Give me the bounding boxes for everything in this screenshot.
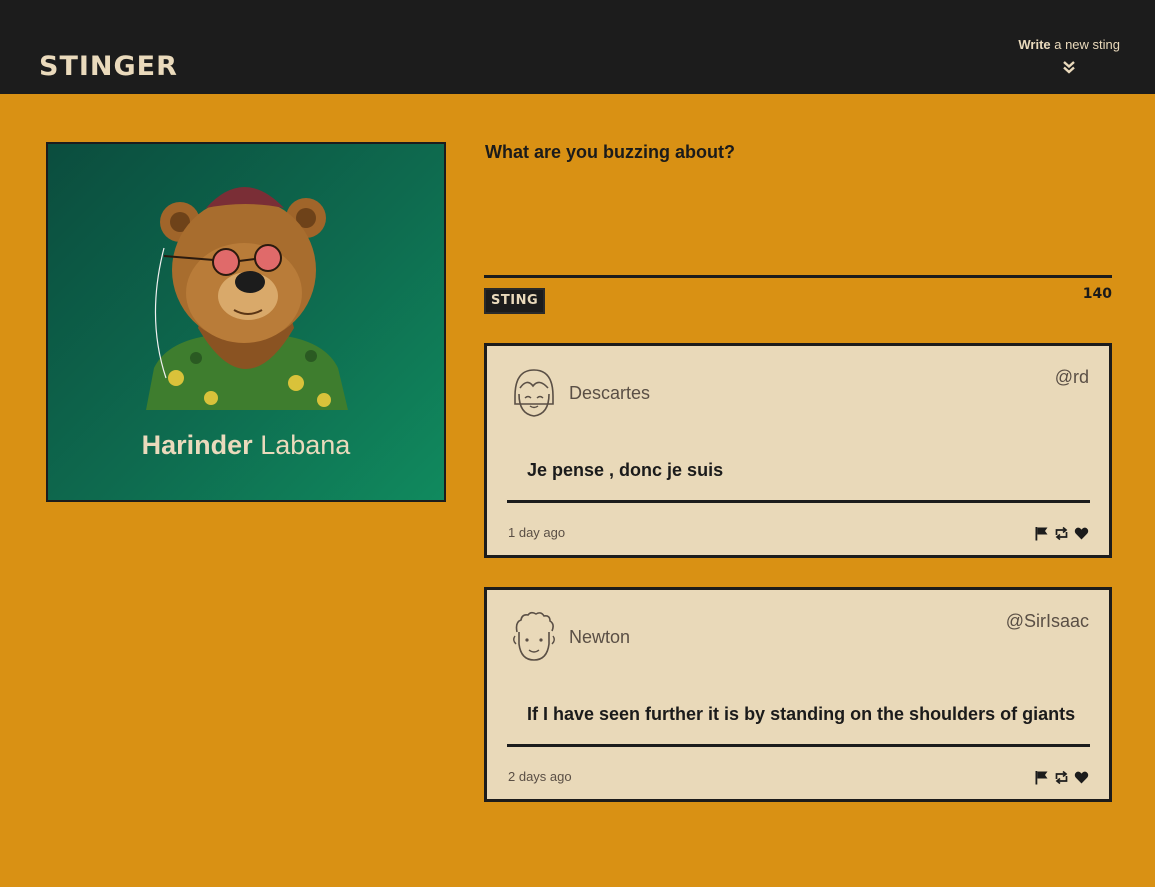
character-count: 140 bbox=[1082, 286, 1112, 302]
sting-timestamp: 1 day ago bbox=[508, 525, 566, 540]
heart-icon[interactable] bbox=[1074, 770, 1089, 785]
profile-name: Harinder Labana bbox=[48, 428, 444, 462]
retweet-icon[interactable] bbox=[1054, 770, 1069, 785]
sting-input[interactable] bbox=[484, 140, 1112, 274]
bear-avatar-illustration bbox=[146, 187, 348, 410]
sting-card: Descartes @rd Je pense , donc je suis 1 … bbox=[484, 343, 1112, 558]
sting-card: Newton @SirIsaac If I have seen further … bbox=[484, 587, 1112, 802]
sting-text: If I have seen further it is by standing… bbox=[527, 704, 1076, 724]
composer-divider bbox=[484, 275, 1112, 278]
sting-author[interactable]: Descartes bbox=[569, 383, 650, 404]
sting-divider bbox=[507, 744, 1090, 747]
girl-face-avatar-icon bbox=[514, 369, 554, 417]
sting-handle[interactable]: @rd bbox=[1055, 367, 1089, 388]
app-logo[interactable]: STINGER bbox=[39, 50, 178, 84]
double-chevron-down-icon[interactable] bbox=[1062, 60, 1076, 74]
profile-card: Harinder Labana bbox=[46, 142, 446, 502]
heart-icon[interactable] bbox=[1074, 526, 1089, 541]
sting-divider bbox=[507, 500, 1090, 503]
write-sting-label: Write a new sting bbox=[1018, 36, 1120, 54]
sting-author[interactable]: Newton bbox=[569, 627, 630, 648]
sting-handle[interactable]: @SirIsaac bbox=[1006, 611, 1089, 632]
write-label-bold: Write bbox=[1018, 37, 1051, 52]
sting-actions bbox=[1034, 525, 1089, 541]
sting-composer: STING 140 bbox=[484, 140, 1112, 314]
profile-last-name: Labana bbox=[260, 430, 351, 460]
sting-timestamp: 2 days ago bbox=[508, 769, 572, 784]
write-sting-toggle[interactable]: Write a new sting bbox=[1018, 36, 1120, 74]
top-nav: STINGER Write a new sting bbox=[0, 0, 1155, 94]
sting-button[interactable]: STING bbox=[484, 288, 546, 314]
flag-icon[interactable] bbox=[1034, 526, 1049, 541]
sting-actions bbox=[1034, 769, 1089, 785]
write-label-rest: a new sting bbox=[1050, 37, 1120, 52]
flag-icon[interactable] bbox=[1034, 770, 1049, 785]
profile-first-name: Harinder bbox=[141, 430, 253, 460]
curly-hair-face-avatar-icon bbox=[513, 611, 555, 661]
retweet-icon[interactable] bbox=[1054, 526, 1069, 541]
sting-text: Je pense , donc je suis bbox=[527, 460, 724, 480]
